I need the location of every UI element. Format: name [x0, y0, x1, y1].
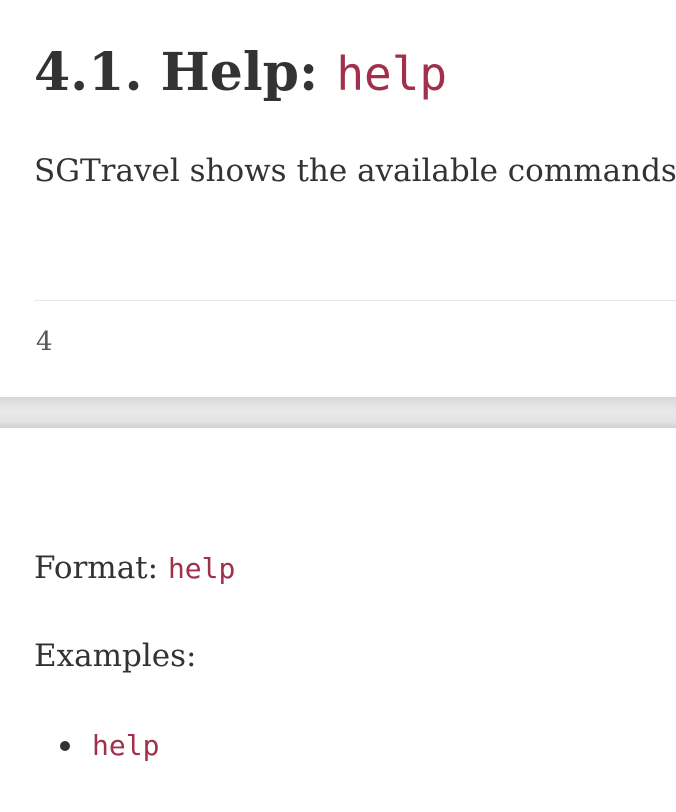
section-heading-text: 4.1. Help: [34, 42, 337, 103]
section-heading-code: help [336, 47, 448, 101]
footer-divider [34, 300, 676, 301]
page-4: 4.1. Help: help SGTravel shows the avail… [0, 0, 676, 397]
examples-label: Examples: [34, 638, 197, 674]
section-intro: SGTravel shows the available commands [34, 153, 676, 189]
example-code: help [92, 729, 160, 762]
page-number: 4 [36, 327, 53, 357]
examples-list: help [60, 724, 159, 768]
format-line: Format: help [34, 546, 235, 591]
bullet-icon [60, 741, 70, 751]
page-separator [0, 397, 676, 428]
section-heading: 4.1. Help: help [34, 38, 447, 109]
example-item: help [60, 724, 159, 768]
format-code: help [167, 552, 236, 585]
format-label: Format: [34, 550, 168, 586]
